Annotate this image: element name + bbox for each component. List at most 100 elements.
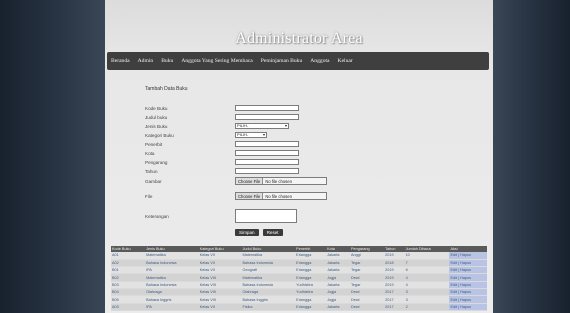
table-cell: Jakarta — [326, 281, 351, 290]
jenis-selected: PILIH- — [237, 123, 249, 128]
table-cell: Kelas VIII — [198, 273, 242, 282]
nav-item-anggota-sering-membaca[interactable]: Anggota Yang Sering Membaca — [177, 58, 256, 64]
table-cell: B01 — [111, 266, 146, 275]
nav-item-anggota[interactable]: Anggota — [306, 58, 333, 64]
reset-button[interactable]: Reset — [262, 229, 283, 236]
penerbit-input[interactable] — [235, 141, 299, 147]
table-cell: Tegar — [350, 281, 385, 290]
table-cell: 10 — [404, 252, 450, 260]
table-row: B04 Olahraga Kelas VIII Olahraga Yudhistira J… — [111, 288, 487, 297]
row-actions[interactable]: Edit | Hapus — [449, 252, 487, 260]
table-cell: Jogja — [326, 288, 351, 297]
nav-item-keluar[interactable]: Keluar — [334, 58, 357, 64]
row-pengarang: Pengarang — [145, 159, 299, 165]
table-cell: Fisika — [241, 303, 296, 312]
table-cell: Olahraga — [145, 288, 199, 297]
row-actions[interactable]: Edit | Hapus — [449, 281, 487, 290]
books-table: Kode Buku Jenis Buku Kategori Buku Judul… — [111, 246, 487, 312]
kategori-buku-select[interactable]: PILIH- ▾ — [235, 132, 267, 138]
table-cell: Erlangga — [295, 266, 327, 275]
table-cell: Anggi — [350, 252, 385, 260]
table-cell: 2017 — [384, 288, 405, 297]
page-title: Administrator Area — [235, 30, 363, 47]
table-cell: B02 — [111, 273, 146, 282]
table-cell: A02 — [111, 259, 146, 267]
row-actions[interactable]: Edit | Hapus — [449, 259, 487, 267]
file-file-input[interactable]: Choose File No file chosen — [235, 192, 327, 200]
table-cell: Bahasa Indonesia — [241, 281, 296, 290]
nav-bar: Beranda Admin Buku Anggota Yang Sering M… — [107, 52, 489, 70]
form-actions: Simpan Reset — [235, 229, 283, 236]
table-cell: 7 — [404, 259, 450, 267]
table-cell: Erlangga — [295, 259, 327, 267]
table-cell: Erlangga — [295, 295, 327, 304]
table-cell: Matematika — [145, 252, 199, 260]
table-cell: Jakarta — [326, 266, 351, 275]
table-cell: Tegar — [350, 266, 385, 275]
chevron-down-icon: ▾ — [284, 123, 287, 128]
tahun-input[interactable] — [235, 168, 299, 174]
label-kode: Kode Buku — [145, 105, 168, 111]
table-row: A03 IPA Kelas VII Fisika Erlangga Jakarta Dewi… — [111, 303, 487, 312]
table-cell: 2019 — [384, 252, 405, 260]
table-cell: Tegar — [350, 259, 385, 267]
keterangan-textarea[interactable] — [235, 209, 297, 223]
judul-buku-input[interactable] — [235, 114, 299, 120]
table-cell: 3 — [404, 288, 450, 297]
nav-item-beranda[interactable]: Beranda — [107, 58, 134, 64]
table-cell: Kelas VII — [198, 303, 242, 312]
table-cell: Bahasa Indonesia — [145, 259, 199, 267]
kategori-selected: PILIH- — [237, 132, 249, 137]
row-actions[interactable]: Edit | Hapus — [449, 266, 487, 275]
table-cell: Jogja — [326, 273, 351, 282]
table-cell: 2019 — [384, 266, 405, 275]
table-cell: A03 — [111, 303, 146, 312]
table-cell: Erlangga — [295, 303, 327, 312]
table-cell: Geografi — [241, 266, 296, 275]
table-cell: Kelas VIII — [198, 295, 242, 304]
nav-item-buku[interactable]: Buku — [157, 58, 177, 64]
table-cell: Bahasa Indonesia — [145, 281, 199, 290]
form-title: Tambah Data Buku — [145, 86, 188, 92]
row-actions[interactable]: Edit | Hapus — [449, 295, 487, 304]
pengarang-input[interactable] — [235, 159, 299, 165]
nav-item-peminjaman[interactable]: Peminjaman Buku — [257, 58, 306, 64]
label-tahun: Tahun — [145, 168, 158, 174]
jenis-buku-select[interactable]: PILIH- ▾ — [235, 123, 289, 129]
file-file-status: No file chosen — [265, 193, 292, 199]
table-cell: 2018 — [384, 259, 405, 267]
table-cell: Kelas VIII — [198, 281, 242, 290]
table-cell: Matematika — [241, 273, 296, 282]
label-file: File — [145, 193, 153, 199]
table-cell: Dewi — [350, 288, 385, 297]
table-cell: 2017 — [384, 303, 405, 312]
table-row: A01 Matematika Kelas VII Matematika Erlangga… — [111, 252, 487, 260]
table-cell: IPA — [145, 266, 199, 275]
row-kategori: Kategori Buku PILIH- ▾ — [145, 132, 267, 138]
table-cell: Dewi — [350, 295, 385, 304]
row-actions[interactable]: Edit | Hapus — [449, 273, 487, 282]
row-actions[interactable]: Edit | Hapus — [449, 288, 487, 297]
label-pengarang: Pengarang — [145, 159, 168, 165]
table-cell: 4 — [404, 273, 450, 282]
gambar-choose-file-button[interactable]: Choose File — [236, 178, 264, 184]
table-cell: Yudhistira — [295, 288, 327, 297]
table-cell: Matematika — [145, 273, 199, 282]
row-judul: Judul buku — [145, 114, 299, 120]
nav-item-admin[interactable]: Admin — [134, 58, 158, 64]
simpan-button[interactable]: Simpan — [235, 229, 259, 236]
table-cell: Jakarta — [326, 259, 351, 267]
table-row: B02 Matematika Kelas VIII Matematika Erlangg… — [111, 273, 487, 282]
gambar-file-input[interactable]: Choose File No file chosen — [235, 177, 327, 185]
table-cell: Erlangga — [295, 252, 327, 260]
file-choose-file-button[interactable]: Choose File — [236, 193, 264, 199]
table-cell: Kelas VIII — [198, 288, 242, 297]
background-left — [0, 0, 105, 313]
kode-buku-input[interactable] — [235, 105, 299, 111]
label-penerbit: Penerbit — [145, 141, 163, 147]
row-actions[interactable]: Edit | Hapus — [449, 303, 487, 312]
kota-input[interactable] — [235, 150, 299, 156]
row-kode: Kode Buku — [145, 105, 299, 111]
table-cell: 2 — [404, 303, 450, 312]
table-cell: Erlangga — [295, 273, 327, 282]
